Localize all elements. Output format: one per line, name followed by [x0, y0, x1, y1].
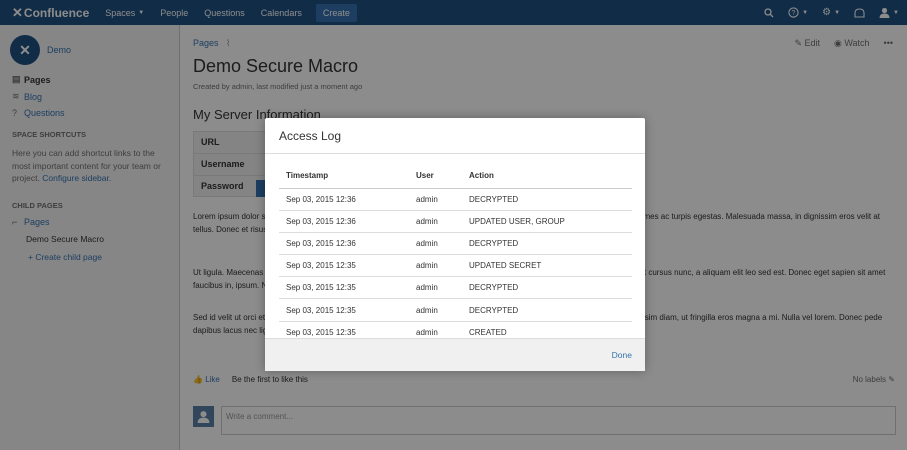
table-row: Sep 03, 2015 12:36 admin DECRYPTED: [279, 232, 632, 256]
column-header-timestamp: Timestamp: [279, 163, 409, 189]
column-header-action: Action: [462, 163, 632, 189]
cell-timestamp: Sep 03, 2015 12:35: [279, 298, 409, 322]
cell-timestamp: Sep 03, 2015 12:36: [279, 188, 409, 211]
access-log-table: Timestamp User Action Sep 03, 2015 12:36…: [279, 163, 632, 343]
cell-user: admin: [409, 188, 462, 211]
cell-user: admin: [409, 298, 462, 322]
cell-timestamp: Sep 03, 2015 12:35: [279, 254, 409, 278]
access-log-dialog: Access Log Timestamp User Action Sep 03,…: [265, 118, 645, 371]
table-header-row: Timestamp User Action: [279, 163, 632, 189]
table-row: Sep 03, 2015 12:36 admin UPDATED USER, GRO…: [279, 210, 632, 233]
dialog-title: Access Log: [265, 118, 645, 154]
table-row: Sep 03, 2015 12:35 admin DECRYPTED: [279, 298, 632, 322]
cell-action: UPDATED SECRET: [462, 254, 632, 278]
cell-action: DECRYPTED: [462, 188, 632, 211]
cell-action: DECRYPTED: [462, 298, 632, 322]
cell-user: admin: [409, 232, 462, 256]
cell-action: DECRYPTED: [462, 232, 632, 256]
dialog-footer: Done: [265, 338, 645, 371]
cell-action: DECRYPTED: [462, 276, 632, 300]
cell-user: admin: [409, 254, 462, 278]
table-row: Sep 03, 2015 12:35 admin DECRYPTED: [279, 276, 632, 300]
cell-user: admin: [409, 210, 462, 233]
table-row: Sep 03, 2015 12:35 admin UPDATED SECRET: [279, 254, 632, 278]
cell-action: UPDATED USER, GROUP: [462, 210, 632, 233]
cell-timestamp: Sep 03, 2015 12:36: [279, 210, 409, 233]
cell-timestamp: Sep 03, 2015 12:35: [279, 276, 409, 300]
cell-user: admin: [409, 276, 462, 300]
cell-timestamp: Sep 03, 2015 12:36: [279, 232, 409, 256]
column-header-user: User: [409, 163, 462, 189]
done-button[interactable]: Done: [612, 350, 632, 360]
table-row: Sep 03, 2015 12:36 admin DECRYPTED: [279, 188, 632, 211]
